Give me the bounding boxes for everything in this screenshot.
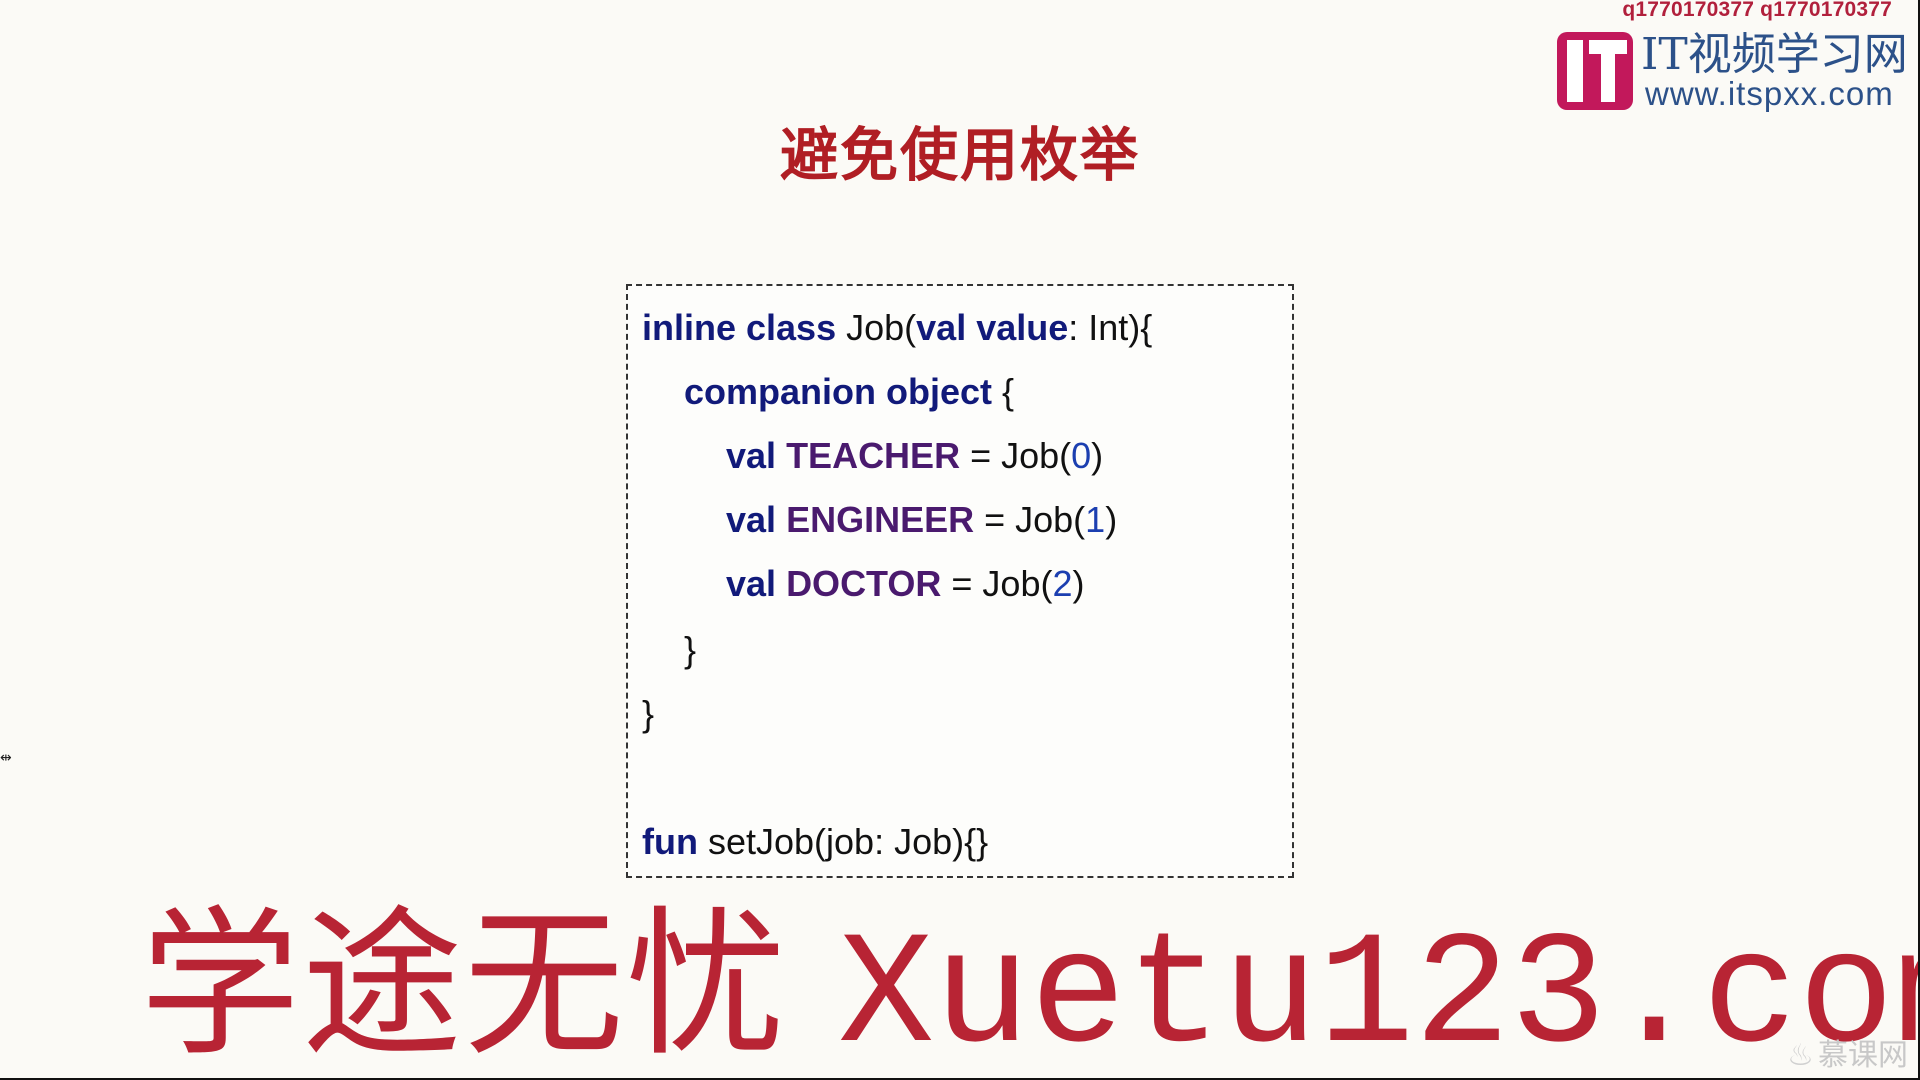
- code-property: value: [976, 307, 1069, 348]
- code-keyword: inline class: [642, 307, 837, 348]
- code-keyword: val: [726, 435, 777, 476]
- code-text: = Job(: [974, 499, 1086, 540]
- code-line-8: fun setJob(job: Job){}: [642, 820, 988, 864]
- code-text: ): [1105, 499, 1118, 540]
- code-text: = Job(: [941, 563, 1053, 604]
- code-keyword: val: [726, 563, 777, 604]
- watermark-en: Xuetu123.com: [838, 908, 1920, 1080]
- code-line-1: inline class Job(val value: Int){: [642, 306, 1152, 350]
- watermark-cn: 学途无忧: [140, 891, 789, 1078]
- code-text: ): [1072, 563, 1085, 604]
- code-line-2: companion object {: [684, 370, 1014, 414]
- imooc-corner-brand: ♨ 慕课网: [1787, 1030, 1908, 1074]
- code-line-6: }: [684, 628, 696, 672]
- code-line-3: val TEACHER = Job(0): [726, 434, 1103, 478]
- code-text: : Int){: [1068, 307, 1153, 348]
- flame-icon: ♨: [1787, 1038, 1814, 1073]
- itspxx-logo: IT视频学习网 www.itspxx.com: [1555, 30, 1915, 116]
- code-line-7: }: [642, 692, 654, 736]
- corner-brand-text: 慕课网: [1818, 1038, 1908, 1073]
- code-property: DOCTOR: [786, 563, 942, 604]
- code-number: 1: [1085, 499, 1106, 540]
- code-keyword: val: [916, 307, 967, 348]
- code-text: ): [1091, 435, 1104, 476]
- code-block: inline class Job(val value: Int){ compan…: [626, 284, 1294, 878]
- code-keyword: fun: [642, 821, 698, 862]
- code-keyword: val: [726, 499, 777, 540]
- resize-cursor-icon: ⇹: [0, 750, 12, 766]
- xuetu-watermark: 学途无忧 Xuetu123.com: [140, 900, 1920, 1080]
- slide-title: 避免使用枚举: [779, 121, 1140, 189]
- presentation-slide: q1770170377 q1770170377 IT视频学习网 www.itsp…: [0, 0, 1920, 1080]
- code-text: setJob(job: Job){}: [697, 821, 989, 862]
- code-line-4: val ENGINEER = Job(1): [726, 498, 1117, 542]
- code-text: Job(: [836, 307, 917, 348]
- code-text: = Job(: [960, 435, 1072, 476]
- code-property: ENGINEER: [786, 499, 975, 540]
- logo-title-cn: IT视频学习网: [1641, 29, 1908, 80]
- code-line-5: val DOCTOR = Job(2): [726, 562, 1085, 606]
- code-text: {: [992, 371, 1015, 412]
- code-keyword: companion object: [684, 371, 993, 412]
- it-logo-mark-icon: [1557, 32, 1633, 110]
- code-number: 0: [1071, 435, 1092, 476]
- code-property: TEACHER: [786, 435, 961, 476]
- code-text: }: [642, 693, 655, 734]
- code-number: 2: [1052, 563, 1073, 604]
- code-text: }: [684, 629, 697, 670]
- qq-watermark-text: q1770170377 q1770170377: [1622, 0, 1892, 21]
